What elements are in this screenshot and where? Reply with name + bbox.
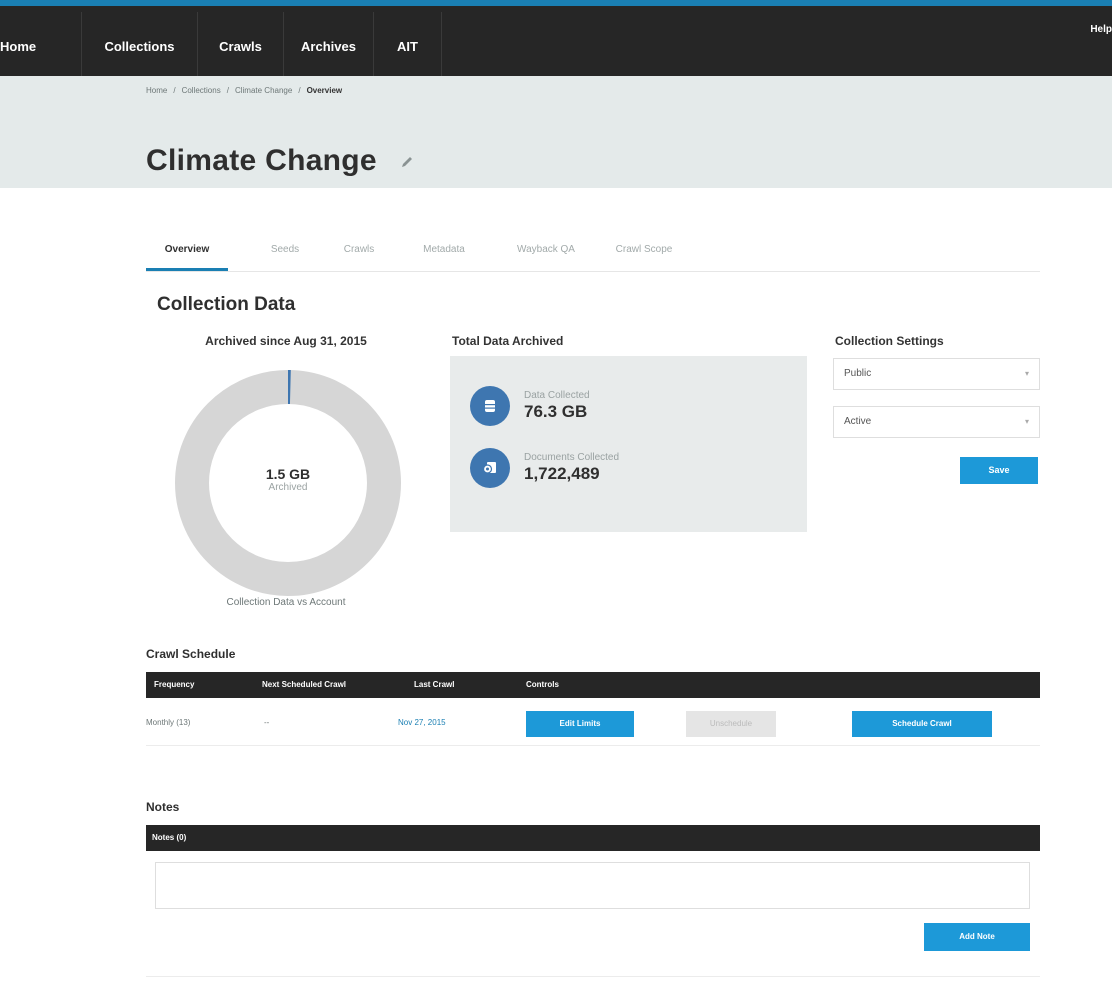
data-collected-label: Data Collected xyxy=(524,390,590,401)
database-icon xyxy=(470,386,510,426)
status-select-value: Active xyxy=(844,416,872,427)
unschedule-button[interactable]: Unschedule xyxy=(686,711,776,737)
crawl-schedule-header: Frequency Next Scheduled Crawl Last Craw… xyxy=(146,672,1040,698)
crawl-schedule-title: Crawl Schedule xyxy=(146,647,236,661)
breadcrumb: Home / Collections / Climate Change / Overview xyxy=(146,86,342,95)
page-title: Climate Change xyxy=(146,144,414,178)
breadcrumb-current: Overview xyxy=(306,86,343,95)
status-select[interactable]: Active ▾ xyxy=(833,406,1040,438)
collection-data-title: Collection Data xyxy=(157,294,296,315)
data-collected-value: 76.3 GB xyxy=(524,402,588,421)
page-header: Home / Collections / Climate Change / Overview… xyxy=(0,76,1112,188)
donut-center: 1.5 GB Archived xyxy=(173,466,403,493)
notes-title: Notes xyxy=(146,800,180,814)
main-nav: Home Collections Crawls Archives AIT xyxy=(0,12,442,82)
nav-crawls[interactable]: Crawls xyxy=(198,12,284,82)
col-controls: Controls xyxy=(526,680,559,689)
total-data-panel: Data Collected 76.3 GB Documents Collect… xyxy=(450,356,807,532)
archived-since-label: Archived since Aug 31, 2015 xyxy=(205,334,367,348)
tab-overview[interactable]: Overview xyxy=(146,244,228,271)
collection-settings-title: Collection Settings xyxy=(835,334,944,348)
data-collected-stat: Data Collected 76.3 GB xyxy=(470,386,590,426)
notes-header: Notes (0) xyxy=(146,825,1040,851)
nav-archives[interactable]: Archives xyxy=(284,12,374,82)
tab-crawl-scope[interactable]: Crawl Scope xyxy=(604,244,684,271)
tab-metadata[interactable]: Metadata xyxy=(406,244,482,271)
nav-collections[interactable]: Collections xyxy=(82,12,198,82)
breadcrumb-separator: / xyxy=(173,86,176,95)
save-settings-button[interactable]: Save xyxy=(960,457,1038,484)
total-data-title: Total Data Archived xyxy=(452,334,564,348)
col-next-scheduled: Next Scheduled Crawl xyxy=(262,680,347,689)
col-last-crawl: Last Crawl xyxy=(414,680,455,689)
breadcrumb-collection[interactable]: Climate Change xyxy=(235,86,292,95)
tab-crawls[interactable]: Crawls xyxy=(332,244,386,271)
schedule-crawl-button[interactable]: Schedule Crawl xyxy=(852,711,992,737)
note-input[interactable] xyxy=(155,862,1030,909)
divider xyxy=(146,976,1040,977)
edit-limits-button[interactable]: Edit Limits xyxy=(526,711,634,737)
chevron-down-icon: ▾ xyxy=(1024,417,1029,426)
usage-donut-chart: 1.5 GB Archived xyxy=(173,368,403,598)
chevron-down-icon: ▾ xyxy=(1024,369,1029,378)
edit-pencil-icon[interactable] xyxy=(400,155,414,169)
visibility-select-value: Public xyxy=(844,368,872,379)
table-row: Monthly (13) -- Nov 27, 2015 Edit Limits… xyxy=(146,700,1040,746)
documents-collected-stat: Documents Collected 1,722,489 xyxy=(470,448,619,488)
donut-value: 1.5 GB xyxy=(265,466,311,482)
tab-wayback-qa[interactable]: Wayback QA xyxy=(496,244,596,271)
top-navbar: Home Collections Crawls Archives AIT Hel… xyxy=(0,0,1112,82)
frequency-cell: Monthly (13) xyxy=(146,718,191,727)
visibility-select[interactable]: Public ▾ xyxy=(833,358,1040,390)
nav-home[interactable]: Home xyxy=(0,12,82,82)
last-crawl-link[interactable]: Nov 27, 2015 xyxy=(398,700,446,746)
nav-ait[interactable]: AIT xyxy=(374,12,442,82)
donut-caption: Collection Data vs Account xyxy=(226,597,346,608)
donut-sublabel: Archived xyxy=(268,482,308,493)
documents-collected-label: Documents Collected xyxy=(524,452,620,463)
tab-bar: Overview Seeds Crawls Metadata Wayback Q… xyxy=(146,244,1040,272)
page-title-text: Climate Change xyxy=(146,144,377,177)
breadcrumb-collections[interactable]: Collections xyxy=(182,86,221,95)
next-crawl-cell: -- xyxy=(264,718,270,727)
breadcrumb-separator: / xyxy=(298,86,301,95)
col-frequency: Frequency xyxy=(154,680,195,689)
help-link[interactable]: Help xyxy=(1090,24,1112,35)
tab-seeds[interactable]: Seeds xyxy=(248,244,322,271)
add-note-button[interactable]: Add Note xyxy=(924,923,1030,951)
breadcrumb-home[interactable]: Home xyxy=(146,86,167,95)
documents-collected-value: 1,722,489 xyxy=(524,464,600,483)
documents-icon xyxy=(470,448,510,488)
breadcrumb-separator: / xyxy=(226,86,229,95)
